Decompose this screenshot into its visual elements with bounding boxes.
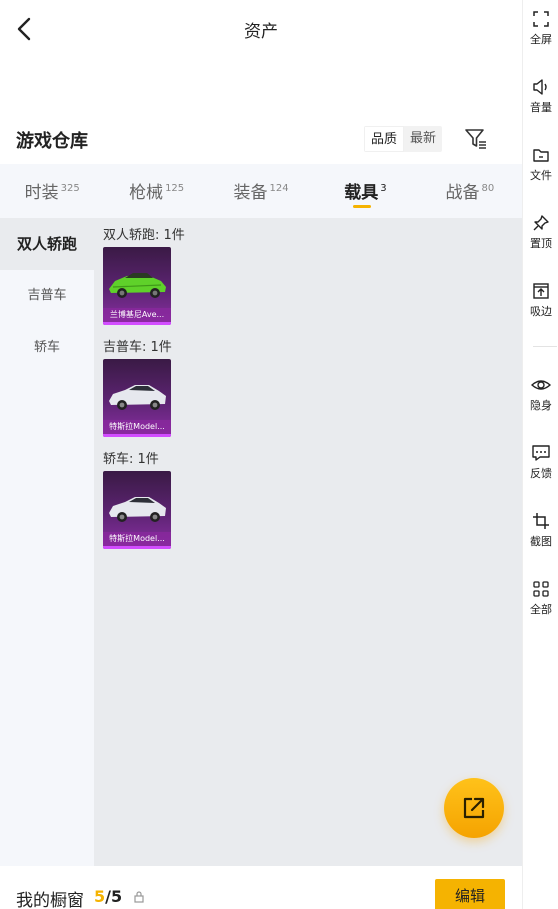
share-external-icon — [463, 797, 485, 819]
dock-edge-icon — [533, 283, 549, 299]
volume-icon — [533, 79, 547, 95]
share-fab[interactable] — [444, 778, 504, 838]
crop-icon — [533, 513, 549, 529]
sort-option-newest[interactable]: 最新 — [404, 126, 442, 152]
tool-label: 音量 — [530, 101, 552, 114]
tool-volume[interactable]: 音量 — [523, 78, 558, 128]
pin-icon — [533, 215, 549, 231]
sedan-car-image — [109, 497, 166, 522]
tool-fullscreen[interactable]: 全屏 — [523, 10, 558, 60]
tab-count: 325 — [60, 183, 80, 194]
sports-car-image — [109, 273, 166, 298]
content-area: 双人轿跑 吉普车 轿车 双人轿跑: 1件 兰博基尼Ave... 吉普车: 1件 … — [0, 218, 522, 866]
bottom-bar: 我的橱窗 5/5 编辑 — [0, 866, 522, 909]
rarity-stripe — [103, 546, 171, 549]
tool-label: 截图 — [530, 535, 552, 548]
app-main: 资产 游戏仓库 品质 最新 时装 325 枪械 125 装备 124 载具 3 战备 80… — [0, 0, 522, 909]
showcase-count: 5/5 — [94, 887, 122, 906]
tool-label: 反馈 — [530, 467, 552, 480]
filter-button[interactable] — [462, 126, 490, 152]
tool-label: 置顶 — [530, 237, 552, 250]
tab-count: 124 — [269, 183, 289, 194]
category-tabs: 时装 325 枪械 125 装备 124 载具 3 战备 80 — [0, 164, 522, 218]
tool-label: 全屏 — [530, 33, 552, 46]
rarity-stripe — [103, 322, 171, 325]
tab-label: 战备 — [445, 183, 480, 203]
edit-button[interactable]: 编辑 — [435, 879, 505, 909]
tool-label: 全部 — [530, 603, 552, 616]
tool-pin[interactable]: 置顶 — [523, 214, 558, 264]
tab-fashion[interactable]: 时装 325 — [0, 164, 104, 218]
feedback-icon — [532, 445, 550, 461]
item-name: 特斯拉Model... — [103, 532, 171, 546]
sedan-car-image — [109, 385, 166, 410]
subcategory-list: 双人轿跑 吉普车 轿车 — [0, 218, 94, 866]
sort-toggle: 品质 最新 — [364, 126, 443, 152]
filter-icon — [465, 129, 486, 149]
tool-label: 吸边 — [530, 305, 552, 318]
tab-label: 载具 — [344, 183, 379, 203]
sort-option-quality[interactable]: 品质 — [364, 126, 405, 152]
showcase-label: 我的橱窗 — [16, 891, 84, 909]
item-group: 双人轿跑: 1件 兰博基尼Ave... — [103, 227, 185, 325]
tab-count: 125 — [165, 183, 185, 194]
page-title: 资产 — [244, 22, 278, 42]
tab-label: 装备 — [233, 183, 268, 203]
group-title: 吉普车: 1件 — [103, 340, 172, 355]
tab-count: 3 — [380, 183, 387, 194]
item-group: 吉普车: 1件 特斯拉Model... — [103, 339, 172, 437]
showcase-total: /5 — [105, 887, 123, 906]
item-group: 轿车: 1件 特斯拉Model... — [103, 451, 171, 549]
grid-icon — [533, 581, 549, 597]
side-toolbar: 全屏 音量 文件 置顶 吸边 隐身 反馈 截图 全部 — [522, 0, 558, 909]
tab-label: 时装 — [24, 183, 59, 203]
tab-count: 80 — [481, 183, 495, 194]
subcategory-item-sedan[interactable]: 轿车 — [0, 322, 94, 374]
warehouse-header: 游戏仓库 品质 最新 — [0, 118, 522, 160]
active-tab-indicator — [353, 205, 372, 208]
tool-files[interactable]: 文件 — [523, 146, 558, 196]
tab-label: 枪械 — [129, 183, 164, 203]
tool-label: 文件 — [530, 169, 552, 182]
top-bar: 资产 — [0, 0, 522, 58]
tool-screenshot[interactable]: 截图 — [523, 512, 558, 562]
item-card[interactable]: 特斯拉Model... — [103, 471, 171, 549]
tool-dock-edge[interactable]: 吸边 — [523, 282, 558, 332]
fullscreen-icon — [533, 11, 549, 27]
group-title: 双人轿跑: 1件 — [103, 228, 185, 243]
tab-guns[interactable]: 枪械 125 — [104, 164, 208, 218]
tool-feedback[interactable]: 反馈 — [523, 444, 558, 494]
item-name: 特斯拉Model... — [103, 420, 171, 434]
toolbar-divider — [533, 346, 557, 347]
tool-label: 隐身 — [530, 399, 552, 412]
tab-equipment[interactable]: 装备 124 — [209, 164, 313, 218]
item-card[interactable]: 兰博基尼Ave... — [103, 247, 171, 325]
lock-icon — [134, 891, 144, 903]
tab-vehicles[interactable]: 载具 3 — [313, 164, 417, 218]
rarity-stripe — [103, 434, 171, 437]
tool-stealth[interactable]: 隐身 — [523, 376, 558, 426]
tool-all[interactable]: 全部 — [523, 580, 558, 630]
folder-icon — [533, 149, 549, 162]
group-title: 轿车: 1件 — [103, 452, 159, 467]
warehouse-title: 游戏仓库 — [16, 131, 88, 152]
eye-icon — [531, 380, 551, 390]
item-card[interactable]: 特斯拉Model... — [103, 359, 171, 437]
subcategory-item-jeep[interactable]: 吉普车 — [0, 270, 94, 322]
subcategory-item-coupe[interactable]: 双人轿跑 — [0, 218, 94, 270]
item-list-pane: 双人轿跑: 1件 兰博基尼Ave... 吉普车: 1件 特斯拉Model... … — [94, 218, 522, 866]
showcase-current: 5 — [94, 887, 106, 906]
tab-supplies[interactable]: 战备 80 — [418, 164, 522, 218]
item-name: 兰博基尼Ave... — [103, 308, 171, 322]
